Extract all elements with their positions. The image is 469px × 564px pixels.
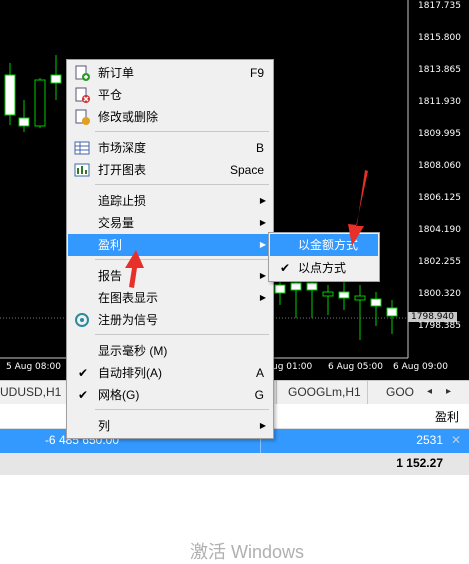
price-label: 1808.060	[418, 161, 461, 171]
submenu-arrow-icon: ▶	[259, 218, 266, 227]
menu-item-label: 报告	[98, 269, 123, 283]
checkmark-icon: ✔	[78, 366, 89, 380]
menu-item-report[interactable]: 报告 ▶	[68, 265, 272, 287]
menu-item-label: 网格(G)	[98, 388, 140, 402]
submenu-item-by-points[interactable]: ✔ 以点方式	[270, 257, 378, 279]
activate-windows-watermark: 激活 Windows	[190, 542, 305, 562]
menu-item-grid[interactable]: ✔ 网格(G) G	[68, 384, 272, 406]
new-order-icon	[75, 65, 90, 81]
menu-item-label: 打开图表	[98, 163, 147, 177]
tab-googlm[interactable]: GOOGLm,H1	[282, 381, 368, 404]
menu-item-label: 注册为信号	[98, 313, 159, 327]
price-label: 1815.800	[418, 33, 461, 43]
menu-item-auto-arrange[interactable]: ✔ 自动排列(A) A	[68, 362, 272, 384]
price-label: 1802.255	[418, 257, 461, 267]
time-label: 5 Aug 08:00	[6, 362, 61, 372]
price-label: 1817.735	[418, 1, 461, 11]
price-label: 1806.125	[418, 193, 461, 203]
tab-goo[interactable]: GOO	[380, 381, 420, 404]
total-profit: 1 152.27	[396, 456, 443, 470]
modify-icon	[75, 109, 90, 125]
close-position-icon	[75, 87, 90, 103]
chart-icon	[74, 163, 90, 177]
price-label: 1798.385	[418, 321, 461, 331]
market-depth-icon	[74, 141, 90, 155]
checkmark-icon: ✔	[78, 388, 89, 402]
menu-item-label: 新订单	[98, 66, 135, 80]
submenu-arrow-icon: ▶	[259, 421, 266, 430]
column-header-profit[interactable]: 盈利	[435, 408, 459, 425]
submenu-item-label: 以金额方式	[298, 238, 359, 252]
shortcut-label: A	[255, 366, 264, 380]
menu-item-label: 交易量	[98, 216, 135, 230]
menu-item-market-depth[interactable]: 市场深度 B	[68, 137, 272, 159]
menu-item-show-on-chart[interactable]: 在图表显示 ▶	[68, 287, 272, 309]
menu-item-register-signal[interactable]: 注册为信号	[68, 309, 272, 331]
price-label: 1811.930	[418, 97, 461, 107]
shortcut-label: G	[254, 388, 264, 402]
menu-item-label: 在图表显示	[98, 291, 159, 305]
menu-separator	[95, 131, 269, 132]
menu-item-label: 修改或删除	[98, 110, 159, 124]
shortcut-label: Space	[229, 163, 264, 177]
shortcut-label: F9	[249, 66, 264, 80]
menu-item-profit[interactable]: 盈利 ▶	[68, 234, 272, 256]
context-menu: 新订单 F9 平仓 修改或删除 市场深度 B 打开图表 Space 追踪止损 ▶…	[66, 59, 274, 439]
price-label: 1800.320	[418, 289, 461, 299]
submenu-item-by-amount[interactable]: 以金额方式	[270, 234, 378, 256]
menu-separator	[95, 409, 269, 410]
menu-item-label: 盈利	[98, 238, 123, 252]
time-label: 6 Aug 09:00	[393, 362, 448, 372]
time-label: 6 Aug 05:00	[328, 362, 383, 372]
shortcut-label: B	[255, 141, 264, 155]
menu-item-show-milliseconds[interactable]: 显示毫秒 (M)	[68, 340, 272, 362]
submenu-item-label: 以点方式	[298, 261, 347, 275]
tab-scroll-right-icon[interactable]: ▸	[446, 386, 451, 397]
price-label: 1804.190	[418, 225, 461, 235]
menu-item-label: 追踪止损	[98, 194, 147, 208]
menu-item-close-position[interactable]: 平仓	[68, 84, 272, 106]
menu-item-label: 自动排列(A)	[98, 366, 162, 380]
menu-item-label: 市场深度	[98, 141, 147, 155]
menu-item-modify-delete[interactable]: 修改或删除	[68, 106, 272, 128]
profit-submenu: 以金额方式 ✔ 以点方式	[268, 232, 380, 282]
checkmark-icon: ✔	[280, 261, 291, 275]
menu-item-label: 显示毫秒 (M)	[98, 344, 168, 358]
submenu-arrow-icon: ▶	[259, 271, 266, 280]
submenu-arrow-icon: ▶	[259, 293, 266, 302]
tab-scroll-left-icon[interactable]: ◂	[427, 386, 432, 397]
menu-separator	[95, 184, 269, 185]
submenu-arrow-icon: ▶	[259, 240, 266, 249]
close-icon[interactable]: ✕	[451, 433, 461, 447]
total-row: 1 152.27	[0, 453, 469, 475]
menu-item-new-order[interactable]: 新订单 F9	[68, 62, 272, 84]
time-label: ug 01:00	[272, 362, 313, 372]
signal-icon	[75, 313, 89, 327]
menu-separator	[95, 259, 269, 260]
menu-item-label: 平仓	[98, 88, 123, 102]
price-label: 1809.995	[418, 129, 461, 139]
menu-item-open-chart[interactable]: 打开图表 Space	[68, 159, 272, 181]
submenu-arrow-icon: ▶	[259, 196, 266, 205]
menu-item-trailing-stop[interactable]: 追踪止损 ▶	[68, 190, 272, 212]
menu-separator	[95, 334, 269, 335]
profit-cell: 2531	[416, 433, 443, 447]
price-label: 1813.865	[418, 65, 461, 75]
menu-item-volume[interactable]: 交易量 ▶	[68, 212, 272, 234]
menu-item-columns[interactable]: 列 ▶	[68, 415, 272, 437]
menu-item-label: 列	[98, 419, 111, 433]
